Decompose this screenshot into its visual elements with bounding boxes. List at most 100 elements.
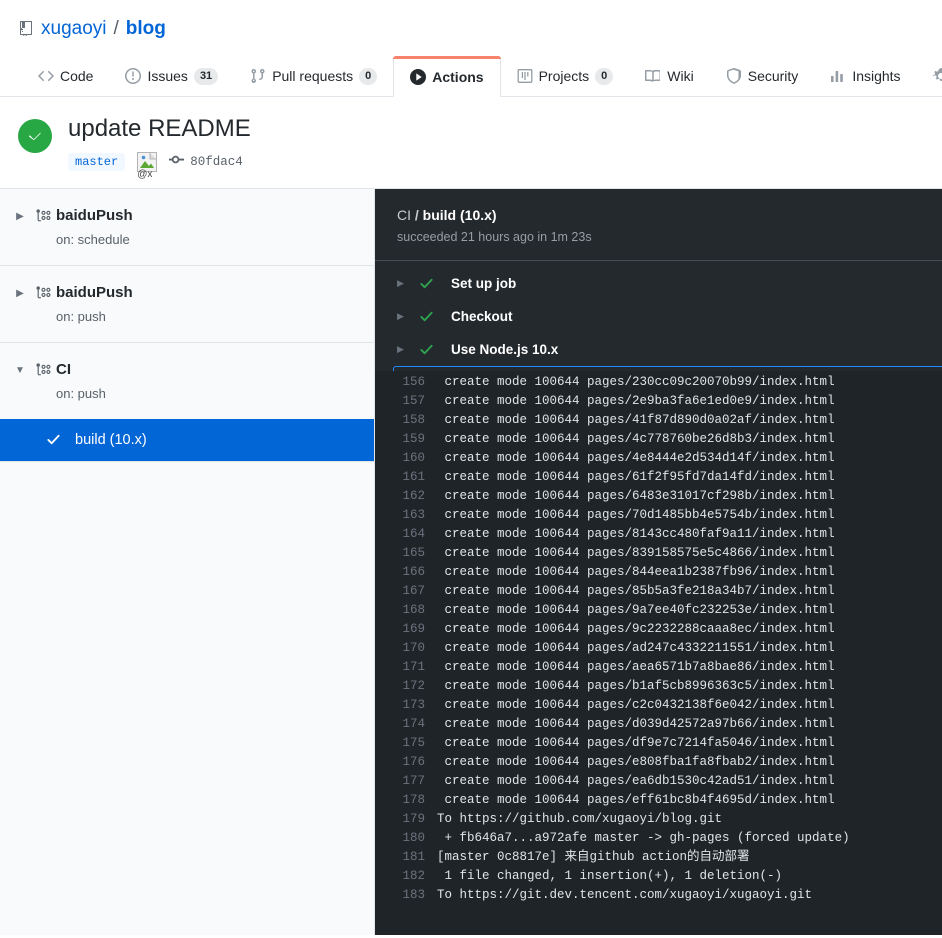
tab-label: Projects xyxy=(538,68,590,84)
log-line-number: 165 xyxy=(402,545,425,560)
run-body: ▶ baiduPush on: schedule ▶ baiduPush on: push… xyxy=(0,187,942,935)
tab-projects[interactable]: Projects 0 xyxy=(501,56,630,96)
log-line-text: create mode 100644 pages/e808fba1fa8fbab… xyxy=(437,754,835,769)
code-icon xyxy=(38,68,54,84)
log-line: 176 create mode 100644 pages/e808fba1fa8… xyxy=(375,753,942,772)
chevron-right-icon[interactable]: ▶ xyxy=(10,207,30,227)
log-line-text: create mode 100644 pages/8143cc480faf9a1… xyxy=(437,526,835,541)
log-line-text: create mode 100644 pages/eff61bc8b4f4695… xyxy=(437,792,835,807)
workflow-row-baidupush[interactable]: ▶ baiduPush on: push xyxy=(0,266,374,342)
log-line: 173 create mode 100644 pages/c2c0432138f… xyxy=(375,696,942,715)
log-line: 170 create mode 100644 pages/ad247c43322… xyxy=(375,639,942,658)
log-line: 165 create mode 100644 pages/839158575e5… xyxy=(375,544,942,563)
tab-label: Issues xyxy=(147,68,188,84)
git-pull-request-icon xyxy=(250,68,266,84)
tab-issues[interactable]: Issues 31 xyxy=(109,56,234,96)
tab-label: Security xyxy=(747,68,799,84)
log-line-number: 174 xyxy=(402,716,425,731)
chevron-down-icon[interactable]: ▼ xyxy=(10,361,30,381)
tab-counter: 31 xyxy=(193,67,219,85)
avatar: @x xyxy=(137,151,158,180)
log-line-text: create mode 100644 pages/230cc09c20070b9… xyxy=(437,374,835,389)
log-line-text: create mode 100644 pages/d039d42572a97b6… xyxy=(437,716,835,731)
log-line-text: [master 0c8817e] 来自github action的自动部署 xyxy=(437,849,750,864)
log-line-number: 162 xyxy=(402,488,425,503)
issue-opened-icon xyxy=(125,68,142,84)
log-line-number: 180 xyxy=(402,830,425,845)
page-title: update README xyxy=(68,115,251,142)
tab-insights[interactable]: Insights xyxy=(814,56,916,96)
chevron-right-icon[interactable]: ▶ xyxy=(397,311,419,322)
tab-label: Wiki xyxy=(667,68,694,84)
log-line: 174 create mode 100644 pages/d039d42572a… xyxy=(375,715,942,734)
workflow-sidebar: ▶ baiduPush on: schedule ▶ baiduPush on: push… xyxy=(0,188,375,935)
chevron-right-icon[interactable]: ▶ xyxy=(397,278,419,289)
sidebar-job-build[interactable]: build (10.x) xyxy=(0,418,374,461)
tab-counter: 0 xyxy=(595,67,614,85)
tab-settings[interactable]: Setti xyxy=(917,56,942,96)
chevron-right-icon[interactable]: ▶ xyxy=(397,344,419,355)
check-icon xyxy=(419,342,451,357)
log-line: 156 create mode 100644 pages/230cc09c200… xyxy=(375,373,942,392)
log-line: 161 create mode 100644 pages/61f2f95fd7d… xyxy=(375,468,942,487)
log-line-number: 164 xyxy=(402,526,425,541)
tab-actions[interactable]: Actions xyxy=(393,56,501,97)
log-line: 163 create mode 100644 pages/70d1485bb4e… xyxy=(375,506,942,525)
commit-reference[interactable]: 80fdac4 xyxy=(169,152,243,172)
log-line-text: create mode 100644 pages/9c2232288caaa8e… xyxy=(437,621,835,636)
workflow-group: ▶ baiduPush on: push xyxy=(0,266,374,343)
tab-pull-requests[interactable]: Pull requests 0 xyxy=(234,56,393,96)
tab-code[interactable]: Code xyxy=(22,56,109,96)
tab-security[interactable]: Security xyxy=(710,56,815,96)
breadcrumb-repo[interactable]: blog xyxy=(126,18,166,40)
log-line-text: create mode 100644 pages/ea6db1530c42ad5… xyxy=(437,773,835,788)
breadcrumb-owner[interactable]: xugaoyi xyxy=(41,18,107,40)
log-line-number: 183 xyxy=(402,887,425,902)
log-line: 175 create mode 100644 pages/df9e7c7214f… xyxy=(375,734,942,753)
log-line-text: create mode 100644 pages/4c778760be26d8b… xyxy=(437,431,835,446)
log-line: 168 create mode 100644 pages/9a7ee40fc23… xyxy=(375,601,942,620)
log-line-number: 178 xyxy=(402,792,425,807)
log-line-number: 182 xyxy=(402,868,425,883)
play-icon xyxy=(410,68,427,85)
log-line-text: create mode 100644 pages/c2c0432138f6e04… xyxy=(437,697,835,712)
repo-book-icon xyxy=(18,20,34,38)
log-line-text: create mode 100644 pages/2e9ba3fa6e1ed0e… xyxy=(437,393,835,408)
job-step-checkout[interactable]: ▶ Checkout xyxy=(375,300,942,333)
log-line-number: 159 xyxy=(402,431,425,446)
log-line-number: 171 xyxy=(402,659,425,674)
chevron-right-icon[interactable]: ▶ xyxy=(10,284,30,304)
branch-badge[interactable]: master xyxy=(68,152,126,171)
job-step-label: Use Node.js 10.x xyxy=(451,341,559,357)
job-step-set-up-job[interactable]: ▶ Set up job xyxy=(375,267,942,300)
log-line-number: 156 xyxy=(402,374,425,389)
log-line-text: 1 file changed, 1 insertion(+), 1 deleti… xyxy=(437,868,783,883)
breadcrumb-separator: / xyxy=(113,18,119,39)
log-line-text: create mode 100644 pages/6483e31017cf298… xyxy=(437,488,835,503)
log-line-text: create mode 100644 pages/839158575e5c486… xyxy=(437,545,835,560)
log-line: 164 create mode 100644 pages/8143cc480fa… xyxy=(375,525,942,544)
workflow-icon xyxy=(30,207,56,226)
log-output[interactable]: 156 create mode 100644 pages/230cc09c200… xyxy=(375,370,942,935)
log-line-number: 168 xyxy=(402,602,425,617)
check-icon xyxy=(46,432,61,447)
log-line: 160 create mode 100644 pages/4e8444e2d53… xyxy=(375,449,942,468)
breadcrumb: xugaoyi / blog xyxy=(0,0,942,40)
avatar-alt-text: @x xyxy=(137,168,153,180)
workflow-row-ci[interactable]: ▼ CI on: push xyxy=(0,343,374,419)
tab-label: Insights xyxy=(852,68,901,84)
log-line-text: To https://github.com/xugaoyi/blog.git xyxy=(437,811,723,826)
log-line-number: 169 xyxy=(402,621,425,636)
log-line-number: 157 xyxy=(402,393,425,408)
sidebar-job-label: build (10.x) xyxy=(75,431,147,448)
workflow-row-baidupush[interactable]: ▶ baiduPush on: schedule xyxy=(0,189,374,265)
job-step-use-node-js-10-x[interactable]: ▶ Use Node.js 10.x xyxy=(375,333,942,366)
log-line-text: create mode 100644 pages/61f2f95fd7da14f… xyxy=(437,469,835,484)
workflow-name: baiduPush xyxy=(56,206,133,224)
log-line-text: create mode 100644 pages/4e8444e2d534d14… xyxy=(437,450,835,465)
log-line-number: 175 xyxy=(402,735,425,750)
log-line-number: 172 xyxy=(402,678,425,693)
log-line: 159 create mode 100644 pages/4c778760be2… xyxy=(375,430,942,449)
log-line-number: 173 xyxy=(402,697,425,712)
tab-wiki[interactable]: Wiki xyxy=(629,56,709,96)
